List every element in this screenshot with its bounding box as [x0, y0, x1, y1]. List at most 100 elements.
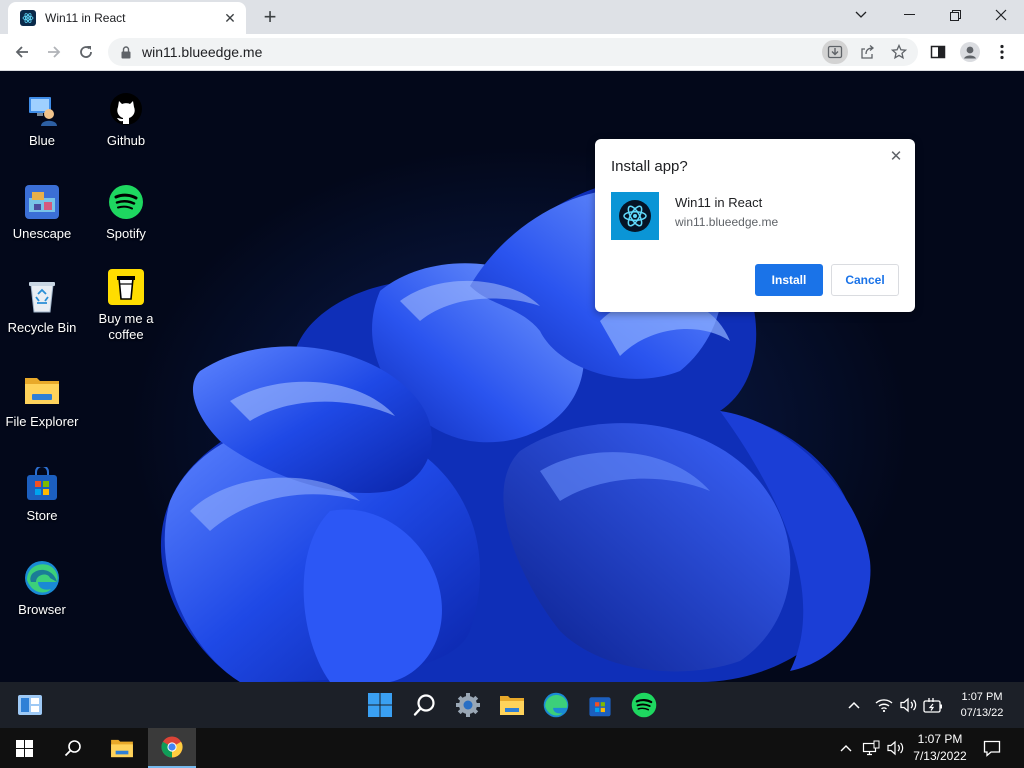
host-taskbar: 1:07 PM 7/13/2022	[0, 728, 1024, 768]
win11-clock[interactable]: 1:07 PM 07/13/22	[950, 689, 1014, 721]
bookmark-star-icon[interactable]	[886, 40, 912, 64]
store-taskbar-button[interactable]	[586, 691, 614, 719]
gear-icon	[456, 693, 480, 717]
search-icon	[64, 740, 81, 757]
reload-button[interactable]	[72, 38, 100, 66]
edge-icon	[543, 692, 569, 718]
desktop-icon-github[interactable]: Github	[86, 91, 166, 149]
unescape-game-icon	[24, 184, 60, 220]
desktop[interactable]: Blue Unescape Recycle Bin File Explorer …	[0, 71, 1024, 682]
app-react-icon	[611, 192, 659, 240]
chevron-down-icon	[855, 11, 867, 18]
spotify-taskbar-button[interactable]	[630, 691, 658, 719]
minimize-button[interactable]	[886, 0, 932, 30]
restore-icon	[949, 9, 961, 21]
tab-search-button[interactable]	[838, 0, 884, 30]
address-bar[interactable]: win11.blueedge.me	[108, 38, 918, 66]
dialog-close-icon[interactable]: ✕	[887, 147, 905, 165]
browser-tab[interactable]: Win11 in React ✕	[8, 2, 246, 34]
close-icon	[995, 9, 1007, 21]
host-hidden-icons-button[interactable]	[838, 728, 854, 768]
network-icon	[862, 740, 880, 756]
windows-logo-icon	[368, 693, 392, 717]
dialog-title: Install app?	[611, 158, 688, 175]
lock-icon	[120, 45, 132, 59]
search-button[interactable]	[411, 691, 439, 719]
chrome-menu-button[interactable]	[988, 38, 1016, 66]
desktop-icon-unescape[interactable]: Unescape	[2, 184, 82, 242]
desktop-icon-buy-me-a-coffee[interactable]: Buy me a coffee	[86, 269, 166, 343]
host-file-explorer-button[interactable]	[98, 728, 146, 768]
widgets-button[interactable]	[16, 691, 44, 719]
win11-time: 1:07 PM	[961, 691, 1003, 703]
share-icon[interactable]	[854, 40, 880, 64]
notification-icon	[983, 740, 1001, 757]
arrow-left-icon	[15, 46, 28, 58]
settings-button[interactable]	[454, 691, 482, 719]
action-center-button[interactable]	[976, 728, 1008, 768]
host-volume-button[interactable]	[884, 728, 906, 768]
file-explorer-taskbar-button[interactable]	[498, 691, 526, 719]
battery-button[interactable]	[922, 696, 944, 714]
profile-avatar-icon	[960, 42, 980, 62]
win11-taskbar: 1:07 PM 07/13/22	[0, 682, 1024, 728]
wifi-icon	[875, 699, 893, 712]
tab-close-icon[interactable]: ✕	[220, 8, 240, 28]
wifi-button[interactable]	[874, 696, 894, 714]
widgets-icon	[18, 695, 42, 715]
recycle-bin-icon	[24, 278, 60, 314]
win11-date: 07/13/22	[960, 707, 1004, 719]
spotify-icon	[631, 692, 657, 718]
back-button[interactable]	[8, 38, 36, 66]
install-button[interactable]: Install	[755, 264, 823, 296]
speaker-icon	[887, 740, 904, 756]
github-icon	[108, 91, 144, 127]
coffee-cup-icon	[108, 269, 144, 305]
speaker-icon	[900, 697, 917, 713]
chevron-up-icon	[848, 701, 860, 709]
app-name: Win11 in React	[675, 195, 763, 210]
desktop-icon-store[interactable]: Store	[2, 466, 82, 524]
host-search-button[interactable]	[50, 728, 96, 768]
host-start-button[interactable]	[0, 728, 48, 768]
chevron-up-icon	[840, 745, 852, 752]
host-time: 1:07 PM	[917, 732, 963, 746]
side-panel-icon	[930, 45, 946, 59]
spotify-icon	[108, 184, 144, 220]
forward-button[interactable]	[40, 38, 68, 66]
chrome-icon	[161, 736, 183, 758]
app-url: win11.blueedge.me	[675, 215, 779, 229]
restore-button[interactable]	[932, 0, 978, 30]
desktop-icon-recycle-bin[interactable]: Recycle Bin	[2, 278, 82, 336]
volume-button[interactable]	[898, 696, 918, 714]
close-window-button[interactable]	[978, 0, 1024, 30]
side-panel-button[interactable]	[924, 38, 952, 66]
browser-toolbar: win11.blueedge.me	[0, 34, 1024, 71]
reload-icon	[80, 46, 92, 58]
search-icon	[413, 694, 435, 716]
react-icon	[20, 10, 36, 26]
folder-icon	[500, 696, 524, 715]
host-chrome-button[interactable]	[148, 728, 196, 768]
host-network-button[interactable]	[860, 728, 882, 768]
install-app-icon[interactable]	[822, 40, 848, 64]
show-hidden-icons-button[interactable]	[846, 696, 862, 714]
desktop-icon-browser[interactable]: Browser	[2, 560, 82, 618]
windows-logo-icon	[15, 739, 33, 757]
desktop-icon-spotify[interactable]: Spotify	[86, 184, 166, 242]
minimize-icon	[903, 14, 915, 15]
profile-button[interactable]	[956, 38, 984, 66]
desktop-icon-file-explorer[interactable]: File Explorer	[2, 372, 82, 430]
new-tab-button[interactable]: +	[258, 5, 282, 29]
host-date: 7/13/2022	[913, 749, 967, 763]
start-button[interactable]	[366, 691, 394, 719]
host-clock[interactable]: 1:07 PM 7/13/2022	[908, 731, 972, 765]
desktop-icon-blue[interactable]: Blue	[2, 91, 82, 149]
url-text[interactable]: win11.blueedge.me	[142, 44, 822, 60]
tab-title: Win11 in React	[45, 11, 126, 25]
cancel-button[interactable]: Cancel	[831, 264, 899, 296]
store-icon	[24, 466, 60, 502]
user-pc-icon	[24, 91, 60, 127]
folder-icon	[24, 372, 60, 408]
edge-taskbar-button[interactable]	[542, 691, 570, 719]
